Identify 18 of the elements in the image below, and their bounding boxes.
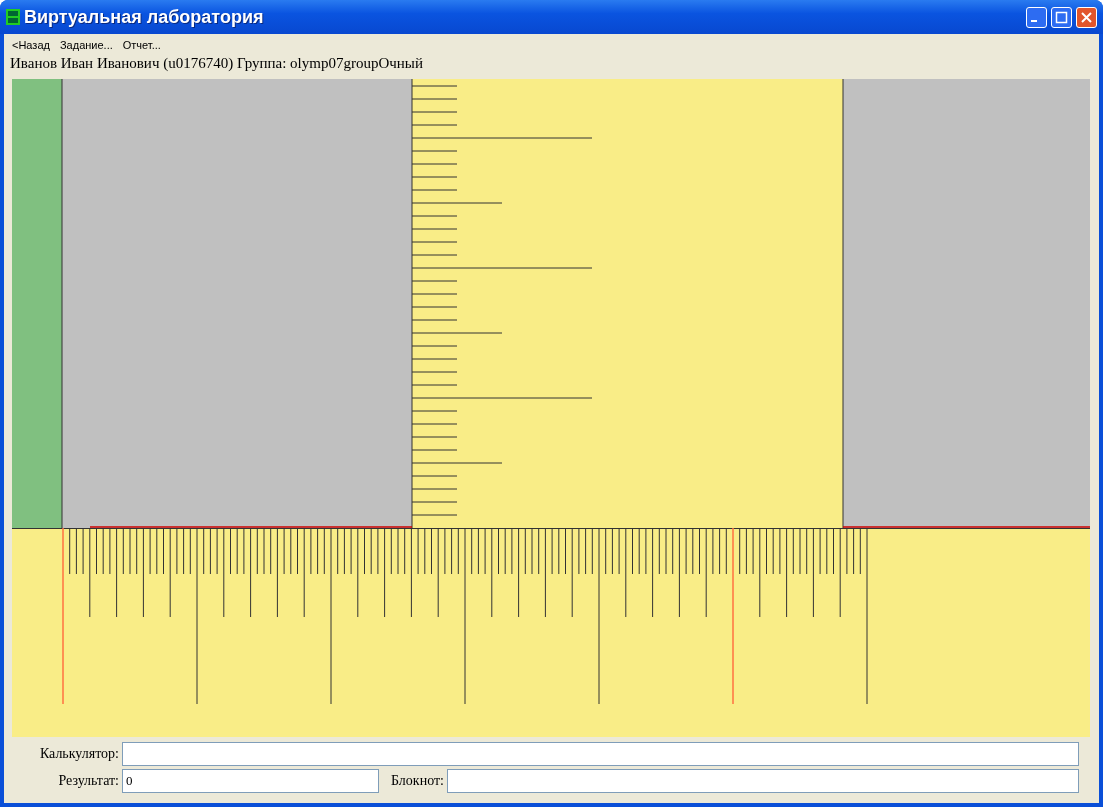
field-label: Калькулятор: [38,746,120,762]
field-label: Результат: [57,773,120,789]
menu-item[interactable]: Задание... [59,37,113,53]
menu-item[interactable]: <Назад [12,37,50,53]
maximize-button[interactable] [1051,6,1072,28]
input-field[interactable] [122,742,1079,766]
app-icon [6,9,20,25]
minimize-icon [1031,20,1037,22]
close-icon [1080,10,1093,24]
menu-item[interactable]: Отчет... [122,37,161,53]
input-field[interactable] [446,769,1079,793]
input-field[interactable]: 0 [122,769,379,793]
window-title: Виртуальная лаборатория [24,6,265,28]
maximize-icon [1055,10,1068,24]
user-info: Иванов Иван Иванович (u0176740) Группа: olymp07groupОчный [9,54,424,73]
field-label: Блокнот: [390,773,445,789]
close-button[interactable] [1076,6,1097,28]
minimize-button[interactable] [1026,6,1047,28]
